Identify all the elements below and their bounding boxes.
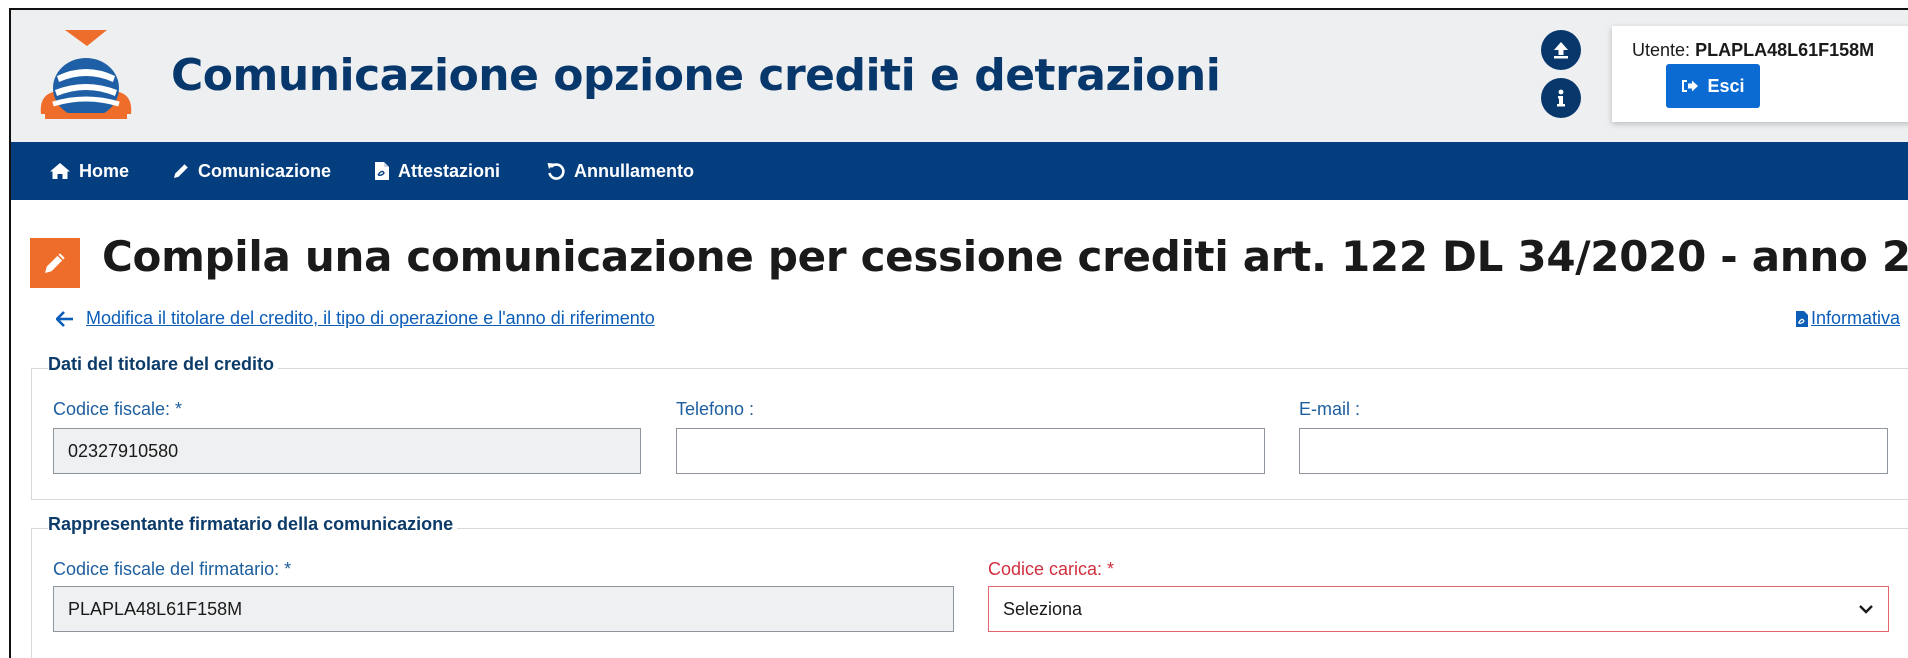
upload-button[interactable] [1541,30,1581,70]
user-code: PLAPLA48L61F158M [1695,40,1875,60]
info-button[interactable] [1541,78,1581,118]
user-prefix: Utente: [1632,40,1691,60]
email-label: E-mail : [1299,399,1361,419]
app-frame: Comunicazione opzione crediti e detrazio… [9,8,1908,658]
file-pdf-icon [375,162,389,180]
user-box: Utente: PLAPLA48L61F158M Esci [1612,26,1908,122]
sign-out-icon [1682,80,1699,92]
home-icon [50,163,70,179]
nav-item-annullamento[interactable]: Annullamento [546,142,694,200]
codice-carica-label: Codice carica: * [988,559,1115,579]
codice-carica-select[interactable]: Seleziona [988,586,1889,632]
nav-item-label: Comunicazione [198,160,332,181]
logout-button[interactable]: Esci [1666,64,1760,108]
arrow-left-icon [56,310,73,327]
back-link-label: Modifica il titolare del credito, il tip… [86,308,655,328]
nav-item-label: Annullamento [574,160,694,181]
user-info: Utente: PLAPLA48L61F158M [1632,40,1874,61]
header: Comunicazione opzione crediti e detrazio… [11,10,1908,142]
nav-item-home[interactable]: Home [49,142,129,200]
upload-icon [1554,42,1568,59]
nav-item-comunicazione[interactable]: Comunicazione [172,142,331,200]
nav-item-attestazioni[interactable]: Attestazioni [374,142,500,200]
email-field[interactable] [1299,428,1888,474]
pencil-icon [174,164,188,178]
page-title-icon-box [30,238,80,288]
telefono-field[interactable] [676,428,1265,474]
file-pdf-icon [1796,310,1808,327]
informativa-link[interactable]: Informativa [1795,308,1900,329]
codice-carica-value: Seleziona [1003,598,1083,619]
nav-item-label: Attestazioni [398,160,501,181]
codice-fiscale-firmatario-label: Codice fiscale del firmatario: * [53,559,292,579]
codice-fiscale-field[interactable]: 02327910580 [53,428,641,474]
telefono-label: Telefono : [676,399,755,419]
informativa-label: Informativa [1811,308,1901,328]
titolare-legend: Dati del titolare del credito [48,354,279,375]
page-title: Compila una comunicazione per cessione c… [102,232,1908,281]
app-title: Comunicazione opzione crediti e detrazio… [171,50,1221,101]
chevron-down-icon [1859,605,1873,614]
codice-fiscale-label: Codice fiscale: * [53,399,183,419]
back-link[interactable]: Modifica il titolare del credito, il tip… [56,308,655,329]
pencil-icon [45,253,65,273]
logout-label: Esci [1707,75,1745,96]
info-icon [1557,89,1565,107]
rappresentante-legend: Rappresentante firmatario della comunica… [48,514,458,535]
codice-fiscale-firmatario-field[interactable]: PLAPLA48L61F158M [53,586,954,632]
undo-icon [547,163,565,180]
agenzia-entrate-logo [40,30,132,119]
nav-item-label: Home [79,160,130,181]
main-nav: Home Comunicazione Attestazioni Annullam… [11,142,1908,200]
